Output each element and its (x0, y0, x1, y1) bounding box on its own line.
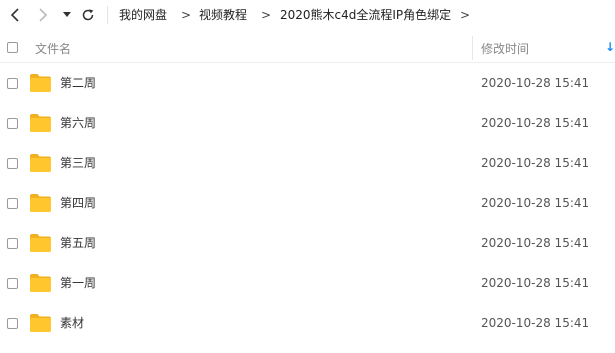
back-button[interactable] (8, 6, 22, 24)
file-name[interactable]: 第六周 (60, 115, 96, 131)
folder-icon (30, 234, 51, 252)
row-checkbox[interactable] (7, 158, 18, 169)
refresh-button[interactable] (80, 6, 96, 24)
file-row[interactable]: 第一周 2020-10-28 15:41 (0, 264, 615, 304)
row-checkbox[interactable] (7, 278, 18, 289)
breadcrumb-separator: > (460, 8, 471, 22)
chevron-left-icon (10, 8, 19, 22)
file-row[interactable]: 第四周 2020-10-28 15:41 (0, 184, 615, 224)
file-row[interactable]: 第六周 2020-10-28 15:41 (0, 104, 615, 144)
file-row[interactable]: 素材 2020-10-28 15:41 (0, 304, 615, 344)
file-modified-time: 2020-10-28 15:41 (481, 196, 590, 210)
file-name[interactable]: 素材 (60, 315, 84, 331)
file-row[interactable]: 第二周 2020-10-28 15:41 (0, 64, 615, 104)
chevron-right-icon (39, 8, 48, 22)
file-modified-time: 2020-10-28 15:41 (481, 276, 590, 290)
breadcrumb-separator: > (181, 8, 192, 22)
file-name[interactable]: 第一周 (60, 275, 96, 291)
breadcrumb-item-current-folder[interactable]: 2020熊木c4d全流程IP角色绑定 (280, 6, 451, 24)
file-modified-time: 2020-10-28 15:41 (481, 116, 590, 130)
caret-down-icon (63, 12, 71, 17)
file-modified-time: 2020-10-28 15:41 (481, 236, 590, 250)
folder-icon (30, 74, 51, 92)
file-modified-time: 2020-10-28 15:41 (481, 156, 590, 170)
folder-icon (30, 154, 51, 172)
row-checkbox[interactable] (7, 198, 18, 209)
column-divider[interactable] (472, 36, 473, 60)
column-header-filename[interactable]: 文件名 (35, 40, 71, 57)
toolbar: 我的网盘 > 视频教程 > 2020熊木c4d全流程IP角色绑定 > (0, 0, 615, 30)
history-dropdown-button[interactable] (61, 6, 73, 24)
file-row[interactable]: 第三周 2020-10-28 15:41 (0, 144, 615, 184)
folder-icon (30, 274, 51, 292)
row-checkbox[interactable] (7, 238, 18, 249)
file-name[interactable]: 第二周 (60, 75, 96, 91)
file-name[interactable]: 第三周 (60, 155, 96, 171)
toolbar-divider (107, 6, 108, 24)
row-checkbox[interactable] (7, 318, 18, 329)
sort-descending-icon[interactable]: ↓ (605, 40, 615, 54)
file-modified-time: 2020-10-28 15:41 (481, 316, 590, 330)
refresh-icon (82, 9, 94, 21)
file-modified-time: 2020-10-28 15:41 (481, 76, 590, 90)
folder-icon (30, 194, 51, 212)
breadcrumb-separator: > (261, 8, 272, 22)
file-row[interactable]: 第五周 2020-10-28 15:41 (0, 224, 615, 264)
select-all-checkbox[interactable] (7, 42, 18, 53)
folder-icon (30, 114, 51, 132)
forward-button[interactable] (36, 6, 50, 24)
folder-icon (30, 314, 51, 332)
row-checkbox[interactable] (7, 78, 18, 89)
column-header-modified-time[interactable]: 修改时间 (481, 40, 529, 57)
breadcrumb-item-my-drive[interactable]: 我的网盘 (119, 6, 167, 24)
row-checkbox[interactable] (7, 118, 18, 129)
file-name[interactable]: 第四周 (60, 195, 96, 211)
file-name[interactable]: 第五周 (60, 235, 96, 251)
file-list-header: 文件名 修改时间 ↓ (0, 33, 615, 63)
breadcrumb-item-video-tutorials[interactable]: 视频教程 (199, 6, 247, 24)
